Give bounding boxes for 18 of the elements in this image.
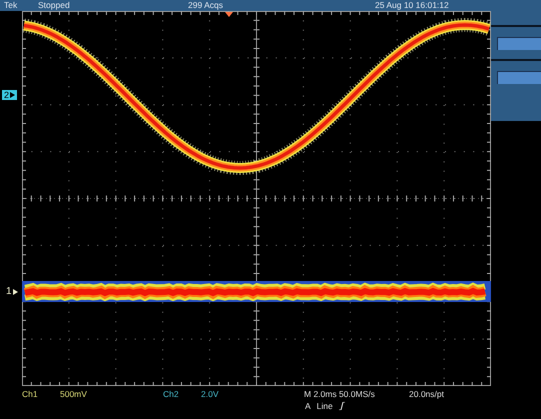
menu-button[interactable] [497, 71, 541, 84]
resolution-readout: 20.0ns/pt [409, 388, 444, 400]
channel-marker: 2 [2, 90, 18, 100]
arrow-icon [12, 289, 18, 295]
menu-button[interactable] [497, 37, 541, 50]
arrow-icon [10, 92, 16, 98]
channel-label: Ch1 [22, 388, 39, 400]
trigger-type: Line [316, 400, 333, 412]
acquisition-state: Stopped [38, 0, 70, 11]
channel-scale: 2.0V [201, 388, 220, 400]
acquisition-count: 299 Acqs [188, 0, 223, 11]
brand-label: Tek [4, 0, 18, 11]
trigger-source: A [305, 400, 311, 412]
timebase-readout: M 2.0ms 50.0MS/s [304, 388, 376, 400]
channel-marker: 1 [6, 287, 18, 297]
channel-label: Ch2 [163, 388, 180, 400]
date-time: 25 Aug 10 16:01:12 [375, 0, 449, 11]
channel-scale: 500mV [60, 388, 88, 400]
